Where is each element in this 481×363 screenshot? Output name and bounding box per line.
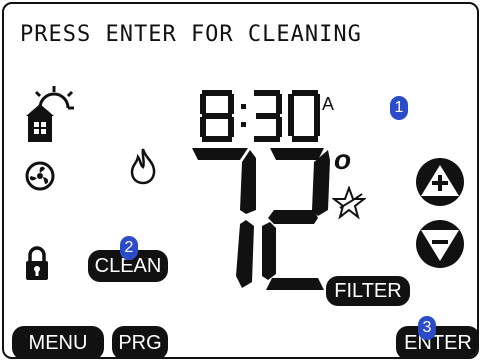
temp-down-button[interactable] <box>414 218 466 270</box>
marker-1: 1 <box>390 96 408 120</box>
enter-button[interactable]: ENTER <box>396 326 477 357</box>
menu-button[interactable]: MENU <box>12 326 104 357</box>
temp-up-button[interactable] <box>414 156 466 208</box>
sun-house-icon <box>26 86 74 142</box>
fan-icon <box>25 161 55 191</box>
filter-button[interactable]: FILTER <box>326 276 410 306</box>
lock-icon <box>26 246 48 280</box>
marker-3: 3 <box>418 316 436 340</box>
prg-button[interactable]: PRG <box>112 326 168 357</box>
ampm-indicator: A <box>322 94 335 114</box>
time-display <box>200 90 320 142</box>
flame-icon <box>130 148 156 185</box>
status-message: PRESS ENTER FOR CLEANING <box>20 22 362 47</box>
thermostat-display: PRESS ENTER FOR CLEANING A o CLEAN FILTE… <box>2 2 479 359</box>
marker-2: 2 <box>120 236 138 260</box>
temperature-display <box>192 148 330 290</box>
degree-symbol: o <box>334 144 352 175</box>
energy-star-icon <box>332 186 366 220</box>
